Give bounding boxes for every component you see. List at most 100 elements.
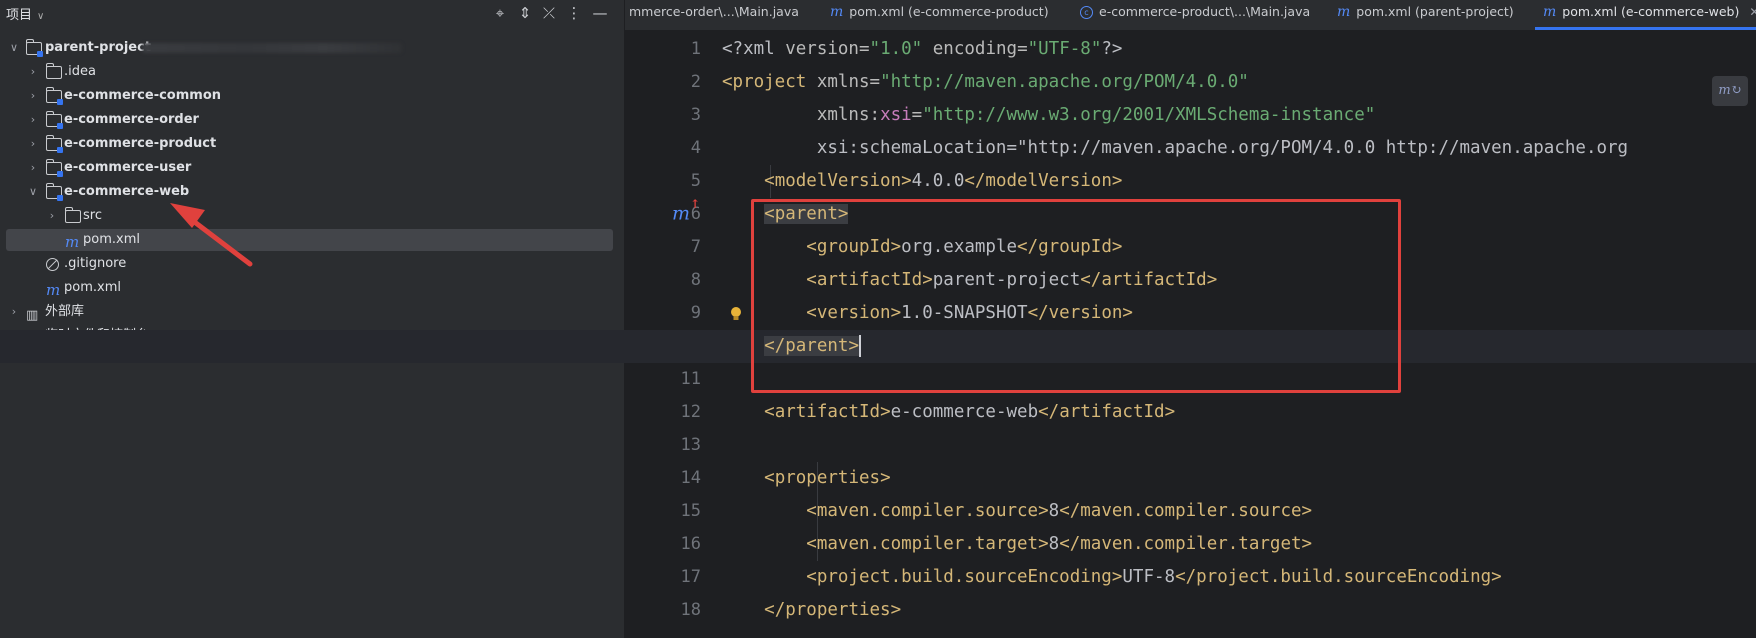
java-class-icon: c bbox=[1080, 6, 1093, 19]
tree-item[interactable]: › ▥ 外部库 bbox=[6, 301, 613, 323]
chevron-right-icon[interactable]: › bbox=[46, 205, 58, 227]
tree-item[interactable]: .gitignore bbox=[6, 253, 613, 275]
line-number: 15 bbox=[680, 501, 701, 521]
tree-item-label: e-commerce-web bbox=[64, 184, 190, 199]
tree-item-label: e-commerce-common bbox=[64, 88, 222, 103]
tree-item-label: e-commerce-user bbox=[64, 160, 192, 175]
maven-parent-gutter-icon[interactable]: m↑ bbox=[672, 197, 700, 225]
code-line[interactable]: <modelVersion>4.0.0</modelVersion> bbox=[722, 165, 1122, 198]
tab-label: e-commerce-product\...\Main.java bbox=[1099, 4, 1311, 19]
chevron-right-icon[interactable]: › bbox=[27, 109, 39, 131]
code-line[interactable]: <maven.compiler.source>8</maven.compiler… bbox=[722, 495, 1312, 528]
tree-item-label: 外部库 bbox=[45, 304, 85, 319]
tree-item-label: src bbox=[83, 208, 102, 223]
code-line[interactable]: <project.build.sourceEncoding>UTF-8</pro… bbox=[722, 561, 1501, 594]
maven-reload-button[interactable]: m↻ bbox=[1712, 76, 1748, 106]
code-line[interactable]: </properties> bbox=[722, 594, 901, 627]
folder-icon bbox=[64, 207, 81, 223]
code-line[interactable]: <artifactId>e-commerce-web</artifactId> bbox=[722, 396, 1175, 429]
editor-tab[interactable]: m pom.xml (parent-project) bbox=[1337, 0, 1514, 30]
maven-file-icon: m bbox=[65, 233, 80, 251]
hide-panel-icon[interactable]: — bbox=[589, 2, 611, 24]
tree-item[interactable]: › e-commerce-product bbox=[6, 133, 613, 155]
line-number: 17 bbox=[680, 567, 701, 587]
code-line[interactable]: <?xml version="1.0" encoding="UTF-8"?> bbox=[722, 33, 1122, 66]
tree-item-label: .idea bbox=[64, 64, 96, 79]
editor-tab[interactable]: m pom.xml (e-commerce-web) ✕ bbox=[1535, 0, 1756, 30]
module-folder-icon bbox=[45, 111, 63, 129]
tree-item-label: e-commerce-order bbox=[64, 112, 199, 127]
line-number: 3 bbox=[690, 105, 701, 125]
library-icon: ▥ bbox=[26, 308, 39, 323]
tree-item[interactable]: m pom.xml bbox=[6, 277, 613, 299]
code-line[interactable]: <maven.compiler.target>8</maven.compiler… bbox=[722, 528, 1312, 561]
project-view-selector[interactable]: 项目 ∨ bbox=[6, 4, 44, 23]
code-line[interactable]: xmlns:xsi="http://www.w3.org/2001/XMLSch… bbox=[722, 99, 1375, 132]
tree-item[interactable]: › e-commerce-user bbox=[6, 157, 613, 179]
tab-label: pom.xml (e-commerce-product) bbox=[849, 4, 1049, 19]
tree-item-label: e-commerce-product bbox=[64, 136, 217, 151]
lightbulb-icon[interactable] bbox=[729, 306, 743, 322]
tree-item[interactable]: m pom.xml bbox=[6, 229, 613, 251]
tree-item[interactable]: › e-commerce-common bbox=[6, 85, 613, 107]
gitignore-icon bbox=[46, 257, 62, 271]
editor-tab[interactable]: m pom.xml (e-commerce-product) bbox=[830, 0, 1049, 30]
chevron-right-icon[interactable]: › bbox=[27, 157, 39, 179]
tree-item[interactable]: ∨ e-commerce-web bbox=[6, 181, 613, 203]
module-folder-icon bbox=[25, 39, 43, 57]
line-number: 8 bbox=[690, 270, 701, 290]
chevron-down-icon: ∨ bbox=[37, 11, 45, 22]
module-folder-icon bbox=[45, 87, 63, 105]
tab-label: pom.xml (parent-project) bbox=[1356, 4, 1514, 19]
parent-block-highlight-annotation bbox=[751, 199, 1401, 393]
editor-tab-bar: mmerce-order\...\Main.java m pom.xml (e-co… bbox=[625, 0, 1756, 31]
line-number: 1 bbox=[690, 39, 701, 59]
line-number: 11 bbox=[680, 369, 701, 389]
project-panel-header: 项目 ∨ ⌖ ⇕ ⤫ ⋮ — bbox=[0, 0, 624, 26]
tree-item[interactable]: › e-commerce-order bbox=[6, 109, 613, 131]
line-number: 9 bbox=[690, 303, 701, 323]
tab-label: pom.xml (e-commerce-web) bbox=[1562, 4, 1740, 19]
code-line[interactable]: <properties> bbox=[722, 462, 890, 495]
line-number: 12 bbox=[680, 402, 701, 422]
locate-file-icon[interactable]: ⌖ bbox=[489, 2, 511, 24]
line-number: 14 bbox=[680, 468, 701, 488]
line-number: 16 bbox=[680, 534, 701, 554]
line-number: 7 bbox=[690, 237, 701, 257]
maven-file-icon: m bbox=[1543, 4, 1557, 20]
tree-item-label: .gitignore bbox=[64, 256, 127, 271]
options-menu-icon[interactable]: ⋮ bbox=[563, 2, 585, 24]
chevron-right-icon[interactable]: › bbox=[8, 301, 20, 323]
folder-icon bbox=[45, 63, 62, 79]
chevron-down-icon[interactable]: ∨ bbox=[27, 181, 39, 203]
maven-file-icon: m bbox=[1337, 4, 1351, 20]
module-folder-icon bbox=[45, 135, 63, 153]
tab-label: mmerce-order\...\Main.java bbox=[629, 4, 799, 19]
line-number: 13 bbox=[680, 435, 701, 455]
code-line[interactable]: xsi:schemaLocation="http://maven.apache.… bbox=[722, 132, 1628, 165]
tree-item[interactable]: › .idea bbox=[6, 61, 613, 83]
project-panel: 项目 ∨ ⌖ ⇕ ⤫ ⋮ — ∨ parent-project › .idea › e-co… bbox=[0, 0, 624, 638]
module-folder-icon bbox=[45, 183, 63, 201]
code-line[interactable]: <project xmlns="http://maven.apache.org/… bbox=[722, 66, 1249, 99]
chevron-right-icon[interactable]: › bbox=[27, 133, 39, 155]
maven-file-icon: m bbox=[830, 4, 844, 20]
editor-tab[interactable]: c e-commerce-product\...\Main.java bbox=[1080, 0, 1310, 30]
chevron-right-icon[interactable]: › bbox=[27, 85, 39, 107]
editor-tab[interactable]: mmerce-order\...\Main.java bbox=[629, 0, 799, 30]
line-number: 2 bbox=[690, 72, 701, 92]
redacted-path bbox=[142, 43, 402, 53]
close-tab-icon[interactable]: ✕ bbox=[1749, 5, 1756, 19]
tree-item-label: parent-project bbox=[45, 40, 152, 55]
expand-all-icon[interactable]: ⇕ bbox=[514, 2, 536, 24]
maven-gutter-label: m bbox=[672, 202, 691, 225]
maven-file-icon: m bbox=[46, 281, 61, 299]
chevron-down-icon[interactable]: ∨ bbox=[8, 37, 20, 59]
tree-item[interactable]: › src bbox=[6, 205, 613, 227]
line-number: 5 bbox=[690, 171, 701, 191]
tree-item[interactable]: ∨ parent-project bbox=[6, 37, 613, 59]
collapse-all-icon[interactable]: ⤫ bbox=[538, 2, 560, 24]
chevron-right-icon[interactable]: › bbox=[27, 61, 39, 83]
project-panel-title: 项目 bbox=[6, 8, 33, 23]
module-folder-icon bbox=[45, 159, 63, 177]
